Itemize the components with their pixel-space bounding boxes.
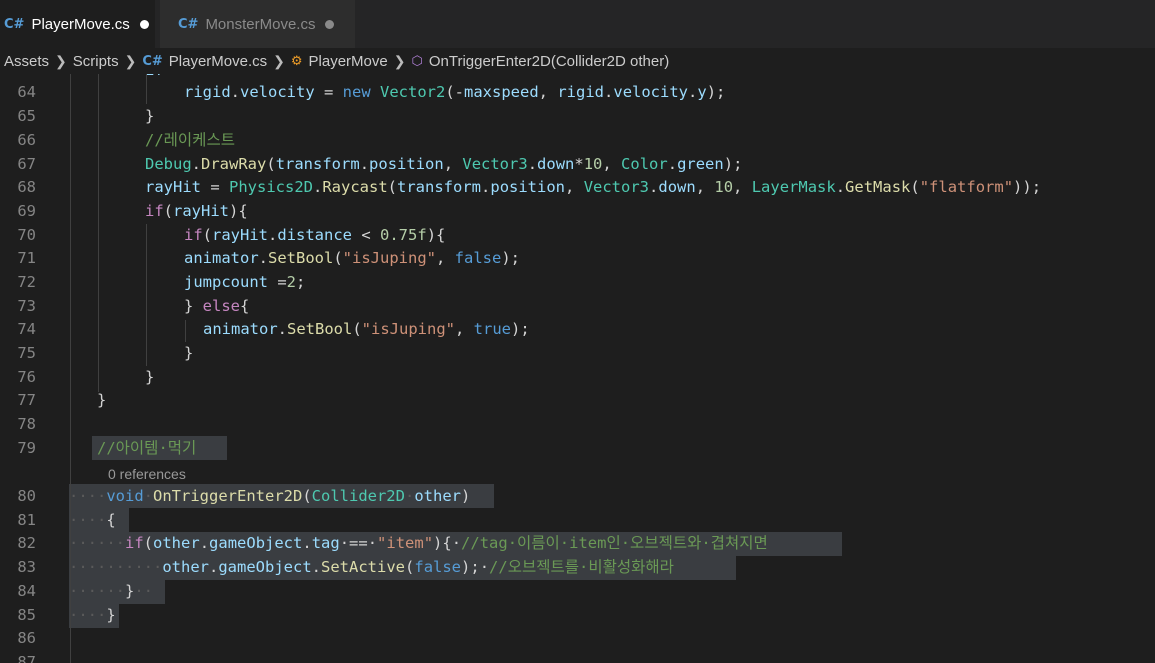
- code-line-63-partial: if: [145, 74, 164, 82]
- line-number: 66: [17, 131, 36, 149]
- code-line-77: }: [97, 391, 107, 409]
- line-number: 73: [17, 297, 36, 315]
- code-line-75: }: [184, 344, 194, 362]
- line-number: 84: [17, 582, 36, 600]
- class-icon: ⚙: [290, 53, 303, 69]
- csharp-file-icon: C#: [178, 16, 199, 32]
- code-line-72: jumpcount =2;: [184, 273, 306, 291]
- code-line-81: ····{: [69, 511, 116, 529]
- code-line-65: }: [145, 107, 155, 125]
- code-line-69: if(rayHit){: [145, 202, 248, 220]
- line-number: 77: [17, 391, 36, 409]
- code-line-74: animator.SetBool("isJuping", true);: [203, 320, 530, 338]
- line-number: 69: [17, 202, 36, 220]
- line-number: 82: [17, 534, 36, 552]
- tab-playermove[interactable]: C# PlayerMove.cs: [0, 0, 155, 48]
- code-line-73: } else{: [184, 297, 250, 315]
- line-number: 67: [17, 155, 36, 173]
- breadcrumb-assets[interactable]: Assets: [4, 53, 49, 70]
- code-line-66: //레이케스트: [145, 131, 235, 149]
- line-number: 65: [17, 107, 36, 125]
- code-lens-references[interactable]: 0 references: [108, 464, 186, 484]
- tab-monstermove[interactable]: C# MonsterMove.cs: [160, 0, 355, 48]
- tab-label: PlayerMove.cs: [31, 15, 130, 33]
- line-number: 86: [17, 629, 36, 647]
- code-line-84: ······}··: [69, 582, 154, 600]
- breadcrumb-scripts[interactable]: Scripts: [73, 53, 119, 70]
- code-editor[interactable]: if 64 65 66 67 68 69 70 71 72 73 74 75 7…: [0, 74, 1155, 663]
- code-line-70: if(rayHit.distance < 0.75f){: [184, 226, 446, 244]
- line-number: 76: [17, 368, 36, 386]
- line-number: 64: [17, 83, 36, 101]
- indent-guide: [185, 320, 186, 342]
- line-number: 80: [17, 487, 36, 505]
- code-line-85: ····}: [69, 606, 116, 624]
- line-number: 79: [17, 439, 36, 457]
- code-line-76: }: [145, 368, 155, 386]
- line-number: 83: [17, 558, 36, 576]
- breadcrumb-class[interactable]: PlayerMove: [309, 53, 388, 70]
- code-line-80: ····void·OnTriggerEnter2D(Collider2D·oth…: [69, 487, 471, 505]
- code-line-83: ··········other.gameObject.SetActive(fal…: [69, 558, 674, 576]
- line-number: 85: [17, 606, 36, 624]
- unsaved-dot-icon[interactable]: [325, 19, 335, 29]
- line-number: 78: [17, 415, 36, 433]
- line-number: 70: [17, 226, 36, 244]
- code-line-71: animator.SetBool("isJuping", false);: [184, 249, 521, 267]
- code-line-79: //아이템·먹기: [97, 439, 197, 457]
- line-number: 81: [17, 511, 36, 529]
- line-number: 72: [17, 273, 36, 291]
- indent-guide: [146, 224, 147, 366]
- csharp-file-icon: C#: [142, 53, 163, 69]
- chevron-right-icon: ❯: [55, 52, 67, 69]
- line-number: 75: [17, 344, 36, 362]
- code-line-82: ······if(other.gameObject.tag·==·"item")…: [69, 534, 768, 552]
- chevron-right-icon: ❯: [393, 52, 406, 69]
- unsaved-dot-icon[interactable]: [139, 19, 149, 29]
- method-icon: ⬡: [411, 53, 423, 69]
- code-line-64: rigid.velocity = new Vector2(-maxspeed, …: [184, 83, 726, 101]
- breadcrumb-method[interactable]: OnTriggerEnter2D(Collider2D other): [429, 53, 669, 70]
- tab-label: MonsterMove.cs: [205, 15, 316, 33]
- csharp-file-icon: C#: [4, 16, 25, 32]
- breadcrumb-file[interactable]: PlayerMove.cs: [169, 53, 267, 70]
- line-number: 68: [17, 178, 36, 196]
- line-number: 71: [17, 249, 36, 267]
- indent-guide: [98, 74, 99, 392]
- code-line-68: rayHit = Physics2D.Raycast(transform.pos…: [145, 178, 1042, 196]
- editor-tab-bar: C# PlayerMove.cs C# MonsterMove.cs: [0, 0, 1155, 48]
- code-line-67: Debug.DrawRay(transform.position, Vector…: [145, 155, 743, 173]
- chevron-right-icon: ❯: [124, 52, 137, 69]
- line-number: 87: [17, 653, 36, 663]
- breadcrumb: Assets ❯ Scripts ❯ C# PlayerMove.cs ❯ ⚙ …: [0, 48, 1155, 74]
- chevron-right-icon: ❯: [273, 52, 285, 69]
- line-number: 74: [17, 320, 36, 338]
- indent-guide: [146, 74, 147, 104]
